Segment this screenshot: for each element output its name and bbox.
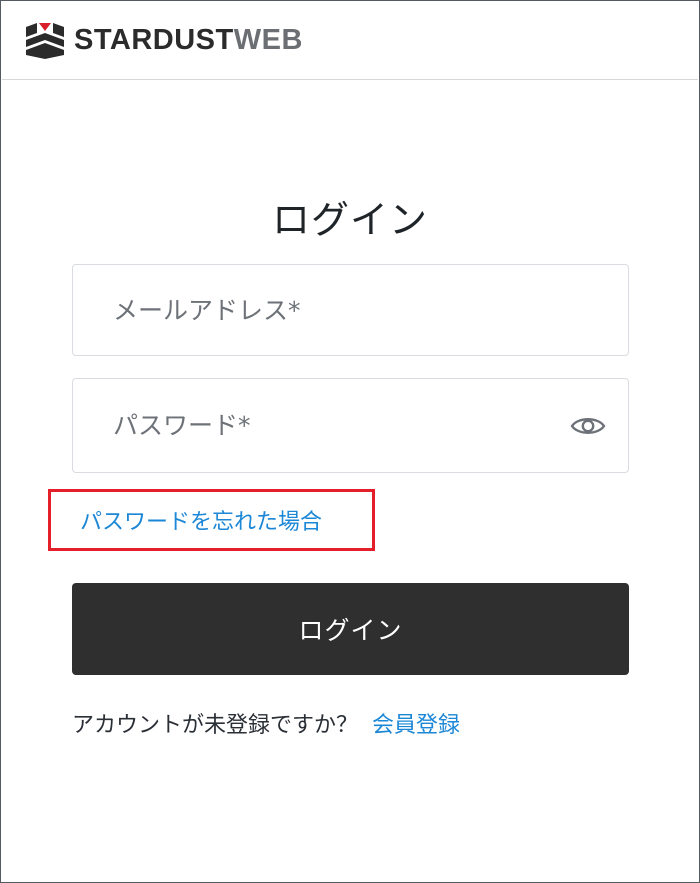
eye-icon[interactable] (570, 414, 606, 438)
email-input[interactable] (73, 265, 628, 355)
brand-name-part2: WEB (233, 24, 303, 56)
signup-prompt: アカウントが未登録ですか？ (72, 713, 359, 738)
brand-wordmark: STARDUSTWEB (74, 24, 303, 57)
password-input[interactable] (73, 379, 628, 472)
login-button[interactable]: ログイン (72, 583, 629, 675)
signup-row: アカウントが未登録ですか？ 会員登録 (72, 707, 460, 739)
stardust-logo-icon (26, 22, 64, 59)
page-frame: STARDUSTWEB ログイン パスワードを忘れた場合 ログイン アカウントが… (0, 0, 700, 883)
page-title: ログイン (271, 198, 428, 242)
forgot-password-link[interactable]: パスワードを忘れた場合 (80, 504, 322, 536)
password-field[interactable] (72, 378, 629, 473)
register-link[interactable]: 会員登録 (372, 713, 460, 738)
site-header: STARDUSTWEB (2, 2, 698, 80)
brand-name-part1: STARDUST (74, 24, 234, 56)
email-field[interactable] (72, 264, 629, 356)
